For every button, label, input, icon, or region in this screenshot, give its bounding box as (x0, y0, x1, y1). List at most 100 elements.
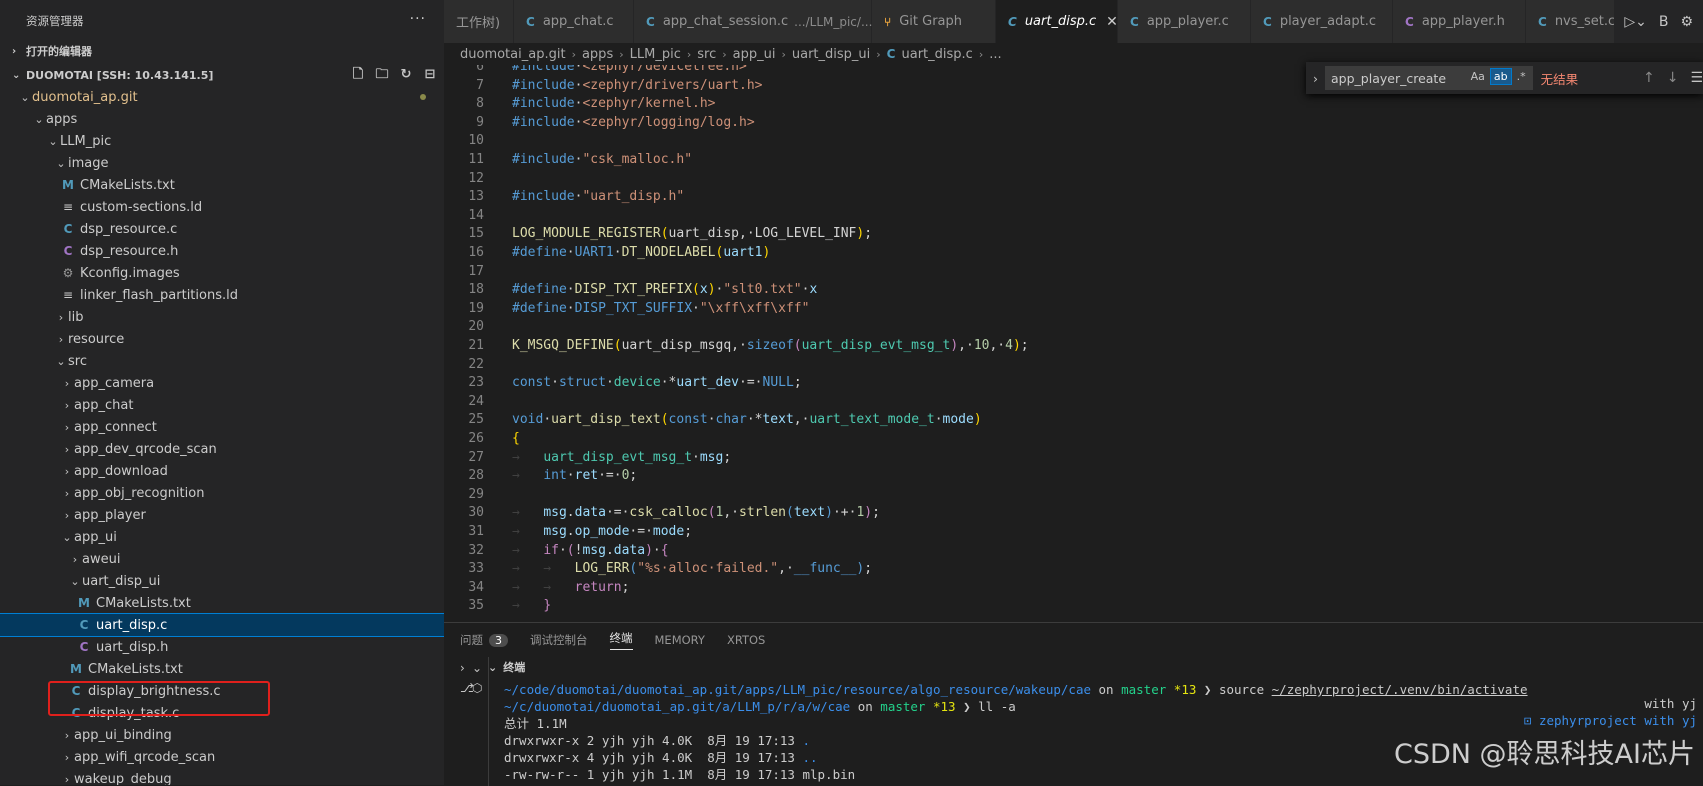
find-input[interactable]: app_player_create Aa ab .* (1325, 66, 1533, 90)
breadcrumb-item[interactable]: apps (582, 47, 613, 62)
folder-row[interactable]: › app_download (0, 460, 444, 482)
close-icon[interactable]: ✕ (1106, 14, 1118, 30)
folder-row[interactable]: › app_player (0, 504, 444, 526)
code-line[interactable]: 18 #define·DISP_TXT_PREFIX(x)·"slt0.txt"·… (444, 280, 1703, 299)
open-editors-section[interactable]: › 打开的编辑器 (0, 40, 444, 62)
code-editor[interactable]: 6 #include·<zephyr/devicetree.h> 7 #include… (444, 65, 1703, 622)
breadcrumb-item[interactable]: uart_disp_ui (792, 47, 870, 62)
code-line[interactable]: 19 #define·DISP_TXT_SUFFIX·"\xff\xff\xff" (444, 299, 1703, 318)
folder-row[interactable]: › app_chat (0, 394, 444, 416)
use-regex-icon[interactable]: .* (1514, 69, 1529, 84)
breadcrumb-item[interactable]: duomotai_ap.git (460, 47, 566, 62)
code-line[interactable]: 26 { (444, 429, 1703, 448)
match-case-icon[interactable]: Aa (1468, 69, 1488, 84)
folder-row[interactable]: › app_dev_qrcode_scan (0, 438, 444, 460)
code-line[interactable]: 23 const·struct·device·*uart_dev·=·NULL; (444, 373, 1703, 392)
terminal-header[interactable]: ⌄ 终端 (444, 657, 1703, 677)
folder-row[interactable]: ⌄ apps (0, 108, 444, 130)
refresh-icon[interactable]: ↻ (398, 67, 414, 83)
breadcrumb-item[interactable]: uart_disp.c (901, 47, 972, 62)
folder-row[interactable]: ⌄ duomotai_ap.git (0, 86, 444, 108)
file-row[interactable]: ≡ custom-sections.ld (0, 196, 444, 218)
tab-uart-disp-c[interactable]: Cuart_disp.c ✕ (996, 0, 1118, 43)
code-line[interactable]: 17 (444, 262, 1703, 281)
code-line[interactable]: 24 (444, 392, 1703, 411)
tab-player-adapt-c[interactable]: Cplayer_adapt.c (1251, 0, 1393, 43)
code-line[interactable]: 12 (444, 169, 1703, 188)
run-icon[interactable]: ▷⌄ (1624, 14, 1647, 30)
code-line[interactable]: 15 LOG_MODULE_REGISTER(uart_disp,·LOG_LEV… (444, 224, 1703, 243)
folder-row[interactable]: ⌄ src (0, 350, 444, 372)
bold-icon[interactable]: B (1659, 14, 1669, 30)
code-line[interactable]: 11 #include·"csk_malloc.h" (444, 150, 1703, 169)
folder-row[interactable]: › resource (0, 328, 444, 350)
folder-row[interactable]: › app_obj_recognition (0, 482, 444, 504)
file-row[interactable]: Cuart_disp.h (0, 636, 444, 658)
previous-match-icon[interactable]: ↑ (1643, 70, 1655, 86)
more-actions-icon[interactable]: ··· (410, 11, 426, 27)
code-line[interactable]: 20 (444, 317, 1703, 336)
code-line[interactable]: 10 (444, 131, 1703, 150)
folder-row[interactable]: ⌄ app_ui (0, 526, 444, 548)
settings-icon[interactable]: ⚙ (1680, 14, 1693, 30)
code-line[interactable]: 31 → msg.op_mode·=·mode; (444, 522, 1703, 541)
tab-git-graph[interactable]: ⑂ Git Graph (872, 0, 996, 43)
folder-row[interactable]: › app_ui_binding (0, 724, 444, 746)
toggle-replace-icon[interactable]: › (1306, 71, 1325, 86)
folder-row[interactable]: › app_connect (0, 416, 444, 438)
find-in-selection-icon[interactable]: ☰ (1690, 70, 1703, 86)
new-folder-icon[interactable]: 🗀 (374, 67, 390, 83)
code-line[interactable]: 35 → } (444, 596, 1703, 615)
file-row[interactable]: M CMakeLists.txt (0, 658, 444, 680)
code-line[interactable]: 25 void·uart_disp_text(const·char·*text,·… (444, 410, 1703, 429)
panel-tab-2[interactable]: 终端 (609, 630, 633, 650)
panel-tab-0[interactable]: 问题 3 (460, 632, 508, 648)
code-line[interactable]: 22 (444, 355, 1703, 374)
breadcrumb-item[interactable]: app_ui (733, 47, 776, 62)
panel-tab-1[interactable]: 调试控制台 (530, 632, 588, 648)
file-row[interactable]: ≡ linker_flash_partitions.ld (0, 284, 444, 306)
folder-row[interactable]: ⌄ LLM_pic (0, 130, 444, 152)
file-row[interactable]: Cdsp_resource.c (0, 218, 444, 240)
folder-row[interactable]: › app_camera (0, 372, 444, 394)
panel-tab-4[interactable]: XRTOS (727, 633, 765, 647)
code-line[interactable]: 13 #include·"uart_disp.h" (444, 187, 1703, 206)
tab-app-chat-c[interactable]: Capp_chat.c (514, 0, 634, 43)
panel-tab-3[interactable]: MEMORY (655, 633, 705, 647)
code-line[interactable]: 32 → if·(!msg.data)·{ (444, 541, 1703, 560)
breadcrumb-item[interactable]: LLM_pic (630, 47, 681, 62)
tab-nvs-set-c[interactable]: Cnvs_set.c (1526, 0, 1626, 43)
tab-app-player-h[interactable]: Capp_player.h (1393, 0, 1526, 43)
folder-row[interactable]: ⌄ image (0, 152, 444, 174)
file-row[interactable]: ⚙ Kconfig.images (0, 262, 444, 284)
breadcrumb-item[interactable]: ... (989, 47, 1001, 62)
expand-icon[interactable]: › (460, 661, 465, 675)
code-line[interactable]: 30 → msg.data·=·csk_calloc(1,·strlen(text… (444, 503, 1703, 522)
file-row[interactable]: M CMakeLists.txt (0, 174, 444, 196)
folder-row[interactable]: › app_wifi_qrcode_scan (0, 746, 444, 768)
code-line[interactable]: 21 K_MSGQ_DEFINE(uart_disp_msgq,·sizeof(u… (444, 336, 1703, 355)
file-row[interactable]: Cuart_disp.c (0, 613, 444, 637)
folder-row[interactable]: › wakeup_debug (0, 768, 444, 786)
next-match-icon[interactable]: ↓ (1667, 70, 1679, 86)
file-row[interactable]: M CMakeLists.txt (0, 592, 444, 614)
file-row[interactable]: Cdsp_resource.h (0, 240, 444, 262)
code-line[interactable]: 14 (444, 206, 1703, 225)
folder-row[interactable]: › aweui (0, 548, 444, 570)
collapse-all-icon[interactable]: ⊟ (422, 67, 438, 83)
code-line[interactable]: 33 → → LOG_ERR("%s·alloc·failed.",·__func… (444, 559, 1703, 578)
code-line[interactable]: 16 #define·UART1·DT_NODELABEL(uart1) (444, 243, 1703, 262)
folder-row[interactable]: › lib (0, 306, 444, 328)
tab-app-player-c[interactable]: Capp_player.c (1118, 0, 1251, 43)
split-icon[interactable]: ⌄ (472, 661, 482, 675)
tab--[interactable]: 工作树) (444, 0, 514, 43)
terminal-icon[interactable]: ⬡ (472, 681, 482, 695)
new-file-icon[interactable]: 🗋 (350, 67, 366, 83)
code-line[interactable]: 28 → int·ret·=·0; (444, 466, 1703, 485)
code-line[interactable]: 8 #include·<zephyr/kernel.h> (444, 94, 1703, 113)
workspace-section[interactable]: ⌄ DUOMOTAI [SSH: 10.43.141.5] 🗋 🗀 ↻ ⊟ (0, 64, 444, 86)
breadcrumb-item[interactable]: src (697, 47, 716, 62)
code-line[interactable]: 9 #include·<zephyr/logging/log.h> (444, 113, 1703, 132)
folder-row[interactable]: ⌄ uart_disp_ui (0, 570, 444, 592)
tab-app-chat-session-c[interactable]: Capp_chat_session.c .../LLM_pic/... (634, 0, 872, 43)
